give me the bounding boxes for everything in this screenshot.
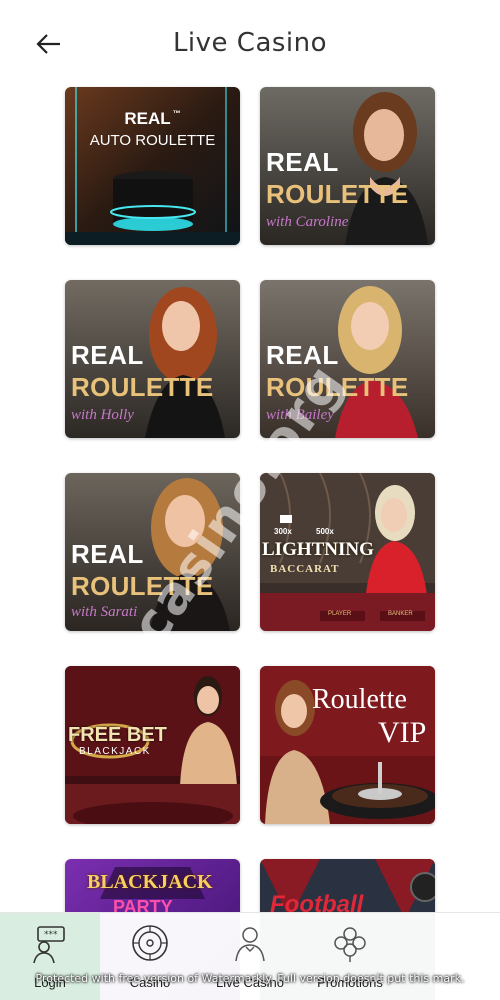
- tile-title-line1: Roulette: [312, 684, 407, 715]
- tile-title-line1: LIGHTNING: [262, 539, 374, 560]
- tile-title-line1: REAL: [71, 539, 144, 569]
- tile-title-line1: REAL: [266, 147, 339, 177]
- tile-title-line2: ROULETTE: [266, 372, 409, 402]
- table-label-banker: BANKER: [388, 611, 413, 617]
- page-title: Live Casino: [172, 28, 328, 58]
- tile-title-line3: with Caroline: [266, 214, 349, 230]
- nav-item-promotions[interactable]: Promotions: [300, 913, 400, 1000]
- tile-title-line2: ROULETTE: [71, 372, 214, 402]
- game-tile-free-bet-blackjack[interactable]: FREE BET BLACKJACK: [65, 666, 240, 824]
- tile-title-line2: VIP: [378, 716, 427, 749]
- tile-title-line2: ROULETTE: [266, 179, 409, 209]
- tile-title-line1: REAL: [266, 340, 339, 370]
- table-label-player: PLAYER: [328, 611, 352, 617]
- tile-title-line2: ROULETTE: [71, 571, 214, 601]
- tile-title-line1: FREE BET: [68, 724, 167, 746]
- tile-title-line1: REAL ™: [124, 109, 181, 128]
- tile-title-line2: AUTO ROULETTE: [89, 132, 216, 149]
- nav-label: Live Casino: [216, 975, 284, 990]
- clover-icon: [334, 927, 366, 962]
- tile-title-line2: BACCARAT: [270, 563, 340, 575]
- multiplier-badge-1: 300x: [274, 527, 292, 536]
- game-tile-auto-roulette[interactable]: REAL ™ AUTO ROULETTE: [65, 87, 240, 245]
- nav-label: Promotions: [317, 975, 383, 990]
- dealer-icon: [235, 927, 265, 962]
- tile-title-line2: BLACKJACK: [79, 746, 151, 757]
- svg-text:***: ***: [44, 930, 58, 940]
- header: Live Casino: [0, 0, 500, 88]
- nav-label: Login: [34, 975, 66, 990]
- tile-title-line3: with Holly: [71, 407, 134, 423]
- bottom-nav: *** Login Casino Live Casino Promotions: [0, 912, 500, 1000]
- roulette-wheel-icon: [132, 925, 168, 961]
- multiplier-badge-2: 500x: [316, 527, 334, 536]
- nav-label: Casino: [129, 975, 171, 990]
- game-tile-roulette-caroline[interactable]: REAL ROULETTE with Caroline: [260, 87, 435, 245]
- game-tile-roulette-vip[interactable]: Roulette VIP: [260, 666, 435, 824]
- login-icon: ***: [33, 926, 65, 963]
- tile-title-line1: REAL: [71, 340, 144, 370]
- tile-title-line3: with Sarati: [71, 604, 138, 620]
- nav-item-live-casino[interactable]: Live Casino: [200, 913, 300, 1000]
- nav-item-casino[interactable]: Casino: [100, 913, 200, 1000]
- game-tile-roulette-sarati[interactable]: REAL ROULETTE with Sarati: [65, 473, 240, 631]
- game-tile-roulette-bailey[interactable]: REAL ROULETTE with Bailey: [260, 280, 435, 438]
- nav-item-login[interactable]: *** Login: [0, 913, 100, 1000]
- tile-title-line1: BLACKJACK: [87, 871, 213, 893]
- game-tile-roulette-holly[interactable]: REAL ROULETTE with Holly: [65, 280, 240, 438]
- tile-title-line3: with Bailey: [266, 407, 334, 423]
- game-tile-lightning-baccarat[interactable]: LIGHTNING BACCARAT 300x 500x PLAYER BANK…: [260, 473, 435, 631]
